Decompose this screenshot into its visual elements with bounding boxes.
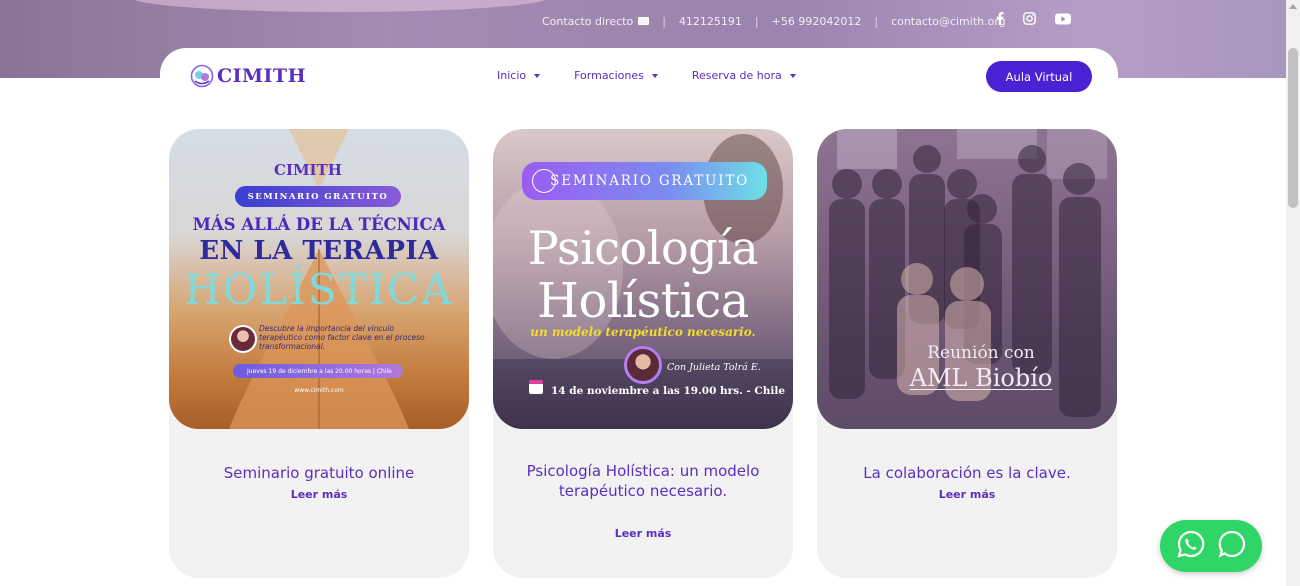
topbar: Contacto directo | 412125191 | +56 99204… bbox=[542, 12, 1006, 30]
card-title[interactable]: Psicología Holística: un modelo terapéut… bbox=[513, 462, 773, 501]
chevron-down-icon bbox=[534, 73, 541, 78]
main-navbar: CIMITH Inicio Formaciones Reserva de hor… bbox=[160, 48, 1118, 104]
image-headline-1: Psicología bbox=[527, 221, 759, 275]
whatsapp-icon bbox=[1176, 529, 1206, 563]
nav-item-label: Formaciones bbox=[574, 69, 644, 82]
chat-bubble-icon bbox=[1217, 529, 1247, 563]
image-description: Descubre la importancia del vínculo tera… bbox=[259, 324, 425, 351]
post-card-colaboracion: Reunión con AML Biobío La colaboración e… bbox=[817, 129, 1117, 578]
read-more-link[interactable]: Leer más bbox=[817, 488, 1117, 501]
separator: | bbox=[662, 14, 666, 28]
contact-direct-link[interactable]: Contacto directo bbox=[542, 14, 650, 28]
image-headline-1: Reunión con bbox=[927, 343, 1035, 363]
nav-item-label: Reserva de hora bbox=[691, 69, 782, 82]
brand-emblem-icon bbox=[532, 169, 556, 193]
nav-menu: Inicio Formaciones Reserva de hora bbox=[497, 69, 796, 82]
facebook-icon[interactable] bbox=[996, 12, 1004, 25]
scroll-up-arrow-icon[interactable] bbox=[1289, 4, 1297, 9]
contact-direct-label: Contacto directo bbox=[542, 14, 634, 28]
youtube-icon[interactable] bbox=[1055, 13, 1071, 25]
image-headline-2: AML Biobío bbox=[909, 364, 1053, 392]
nav-item-reserva-de-hora[interactable]: Reserva de hora bbox=[692, 69, 796, 82]
chevron-down-icon bbox=[651, 73, 658, 78]
separator: | bbox=[754, 14, 759, 28]
speaker-avatar bbox=[624, 346, 662, 384]
brand-emblem-icon bbox=[190, 64, 214, 88]
read-more-link[interactable]: Leer más bbox=[493, 527, 793, 540]
brand-name: CIMITH bbox=[217, 65, 307, 87]
speaker-avatar bbox=[229, 325, 257, 353]
image-headline-1: MÁS ALLÁ DE LA TÉCNICA bbox=[192, 215, 446, 234]
seminar-badge-label: SEMINARIO GRATUITO bbox=[550, 173, 749, 189]
seminar-badge: SEMINARIO GRATUITO bbox=[522, 162, 767, 200]
instagram-icon[interactable] bbox=[1023, 12, 1036, 25]
post-card-psicologia: SEMINARIO GRATUITO Psicología Holística … bbox=[493, 129, 793, 578]
brand-logo[interactable]: CIMITH bbox=[190, 64, 306, 88]
whatsapp-chat-button[interactable] bbox=[1160, 520, 1262, 572]
nav-item-inicio[interactable]: Inicio bbox=[497, 69, 541, 82]
email-link[interactable]: contacto@cimith.org bbox=[891, 15, 1006, 28]
seminar-badge: SEMINARIO GRATUITO bbox=[235, 186, 401, 207]
social-links bbox=[996, 12, 1071, 25]
image-headline-2: Holística bbox=[537, 273, 749, 329]
post-image-psicologia[interactable]: SEMINARIO GRATUITO Psicología Holística … bbox=[493, 129, 793, 429]
image-url: www.cimith.com bbox=[294, 387, 344, 394]
post-card-seminario: CIMITH SEMINARIO GRATUITO MÁS ALLÁ DE LA… bbox=[169, 129, 469, 578]
image-date: Jueves 19 de diciembre a las 20.00 horas… bbox=[233, 364, 403, 378]
separator: | bbox=[874, 14, 879, 28]
phone1-link[interactable]: 412125191 bbox=[679, 15, 742, 28]
post-image-colaboracion[interactable]: Reunión con AML Biobío bbox=[817, 129, 1117, 429]
scrollbar-thumb[interactable] bbox=[1288, 48, 1298, 208]
read-more-link[interactable]: Leer más bbox=[169, 488, 469, 501]
nav-item-formaciones[interactable]: Formaciones bbox=[574, 69, 658, 82]
image-headline-3: HOLÍSTICA bbox=[184, 265, 454, 314]
card-title[interactable]: La colaboración es la clave. bbox=[837, 464, 1097, 484]
post-image-seminario[interactable]: CIMITH SEMINARIO GRATUITO MÁS ALLÁ DE LA… bbox=[169, 129, 469, 429]
phone2-link[interactable]: +56 992042012 bbox=[772, 15, 862, 28]
card-brand-logo: CIMITH bbox=[274, 161, 342, 179]
message-icon bbox=[638, 16, 650, 25]
image-date: 14 de noviembre a las 19.00 hrs. - Chile bbox=[551, 385, 786, 397]
speaker-name: Con Julieta Tolrá E. bbox=[667, 362, 761, 373]
card-title[interactable]: Seminario gratuito online bbox=[189, 464, 449, 484]
calendar-icon bbox=[529, 380, 543, 394]
aula-virtual-button[interactable]: Aula Virtual bbox=[986, 61, 1092, 92]
nav-item-label: Inicio bbox=[497, 69, 527, 82]
image-headline-2: EN LA TERAPIA bbox=[199, 236, 439, 266]
image-subtitle: un modelo terapéutico necesario. bbox=[530, 325, 756, 339]
chevron-down-icon bbox=[789, 73, 796, 78]
